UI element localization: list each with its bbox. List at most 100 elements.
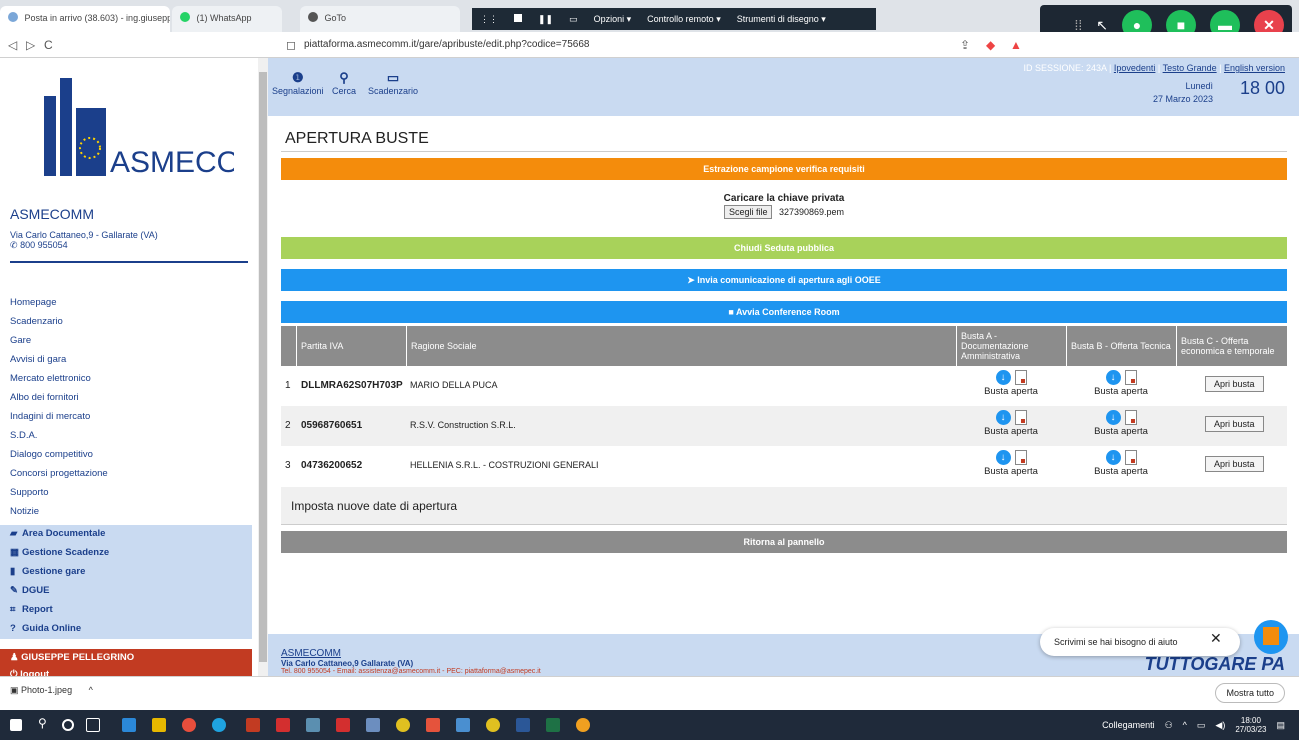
download-icon[interactable]: ↓ [995, 410, 1011, 425]
sidebar-item-mercato[interactable]: Mercato elettronico [10, 371, 250, 390]
chrome-icon[interactable] [182, 718, 196, 732]
brave-icon[interactable] [426, 718, 440, 732]
qgis-icon[interactable] [396, 718, 410, 732]
choose-file-button[interactable]: Scegli file [723, 205, 773, 219]
cortana-icon[interactable] [62, 719, 74, 731]
section-gestione-gare[interactable]: ▮ Gestione gare [0, 563, 252, 582]
apri-busta-button[interactable]: Apri busta [1205, 376, 1264, 392]
cerca-button[interactable]: ⚲ Cerca [332, 70, 356, 96]
apri-busta-button[interactable]: Apri busta [1205, 416, 1264, 432]
tray-label[interactable]: Collegamenti [1102, 720, 1155, 730]
tab-whatsapp[interactable]: (1) WhatsApp [172, 6, 282, 32]
section-gestione-scadenze[interactable]: ▦ Gestione Scadenze [0, 544, 252, 563]
photos-icon[interactable] [306, 718, 320, 732]
show-all-button[interactable]: Mostra tutto [1215, 683, 1285, 703]
pause-icon[interactable]: ❚❚ [530, 14, 561, 25]
search-icon[interactable]: ⚲ [38, 716, 52, 730]
remote-menu-opzioni[interactable]: Opzioni ▾ [586, 14, 640, 25]
link-english[interactable]: English version [1224, 63, 1285, 73]
sidebar-item-dialogo[interactable]: Dialogo competitivo [10, 447, 250, 466]
document-icon[interactable] [1124, 370, 1137, 385]
remote-menu-strumenti[interactable]: Strumenti di disegno ▾ [729, 14, 834, 25]
qgis-icon-2[interactable] [486, 718, 500, 732]
segnalazioni-button[interactable]: ❶ Segnalazioni [272, 70, 324, 96]
link-testo-grande[interactable]: Testo Grande [1163, 63, 1217, 73]
apri-busta-button[interactable]: Apri busta [1205, 456, 1264, 472]
pdf-app-icon[interactable] [336, 718, 350, 732]
link-ipovedenti[interactable]: Ipovedenti [1114, 63, 1156, 73]
nuove-date-section[interactable]: Imposta nuove date di apertura [281, 487, 1287, 525]
download-icon[interactable]: ↓ [1105, 450, 1121, 465]
scrollbar-thumb[interactable] [259, 72, 267, 662]
sidebar-item-avvisi[interactable]: Avvisi di gara [10, 352, 250, 371]
document-icon[interactable] [1124, 450, 1137, 465]
stop-icon[interactable] [506, 14, 530, 24]
sidebar-item-concorsi[interactable]: Concorsi progettazione [10, 466, 250, 485]
document-icon[interactable] [1014, 450, 1027, 465]
app-icon-blue[interactable] [456, 718, 470, 732]
section-guida-online[interactable]: ? Guida Online [0, 620, 252, 639]
document-icon[interactable] [1124, 410, 1137, 425]
share-icon[interactable]: ⇪ [960, 38, 970, 52]
network-icon[interactable]: ▭ [1197, 720, 1206, 731]
forward-icon[interactable]: ▷ [26, 38, 35, 52]
task-view-icon[interactable] [86, 718, 100, 732]
chevron-up-icon[interactable]: ^ [1183, 720, 1187, 730]
chevron-up-icon[interactable]: ^ [89, 685, 93, 695]
notifications-icon[interactable]: ▤ [1276, 720, 1285, 731]
bookmark-icon[interactable]: ◻ [286, 38, 296, 52]
app-icon-red[interactable] [246, 718, 260, 732]
logout-button[interactable]: ⏻ logout [0, 668, 252, 676]
remote-menu-controllo[interactable]: Controllo remoto ▾ [639, 14, 729, 25]
expand-icon[interactable]: ↖ [1096, 17, 1108, 34]
document-icon[interactable] [1014, 370, 1027, 385]
calculator-icon[interactable] [366, 718, 380, 732]
app-icon-orange[interactable] [576, 718, 590, 732]
edge-icon[interactable] [212, 718, 226, 732]
sidebar-scrollbar[interactable] [258, 58, 268, 676]
chat-avatar[interactable] [1254, 620, 1288, 654]
people-icon[interactable]: ⚇ [1165, 720, 1173, 731]
document-icon[interactable] [1014, 410, 1027, 425]
tab-mail[interactable]: Posta in arrivo (38.603) - ing.giusepp..… [0, 6, 170, 32]
sidebar-item-indagini[interactable]: Indagini di mercato [10, 409, 250, 428]
sidebar-item-scadenzario[interactable]: Scadenzario [10, 314, 250, 333]
grid-icon[interactable]: ⋮⋮ [472, 14, 506, 25]
ritorna-pannello-button[interactable]: Ritorna al pannello [281, 531, 1287, 553]
reload-icon[interactable]: C [44, 38, 53, 52]
scadenzario-button[interactable]: ▭ Scadenzario [368, 70, 418, 96]
windows-start-icon[interactable] [10, 719, 22, 731]
sidebar-item-notizie[interactable]: Notizie [10, 504, 250, 523]
sidebar-item-homepage[interactable]: Homepage [10, 295, 250, 314]
sidebar-item-gare[interactable]: Gare [10, 333, 250, 352]
footer-name[interactable]: ASMECOMM [281, 648, 341, 659]
download-icon[interactable]: ↓ [1105, 410, 1121, 425]
back-icon[interactable]: ◁ [8, 38, 17, 52]
drag-handle-icon[interactable]: ⁞⁞ [1074, 17, 1082, 33]
invia-comunicazione-button[interactable]: ➤ Invia comunicazione di apertura agli O… [281, 269, 1287, 291]
section-area-documentale[interactable]: ▰ Area Documentale [0, 525, 252, 544]
download-item[interactable]: ▣ Photo-1.jpeg ^ [10, 685, 93, 696]
section-report[interactable]: ⌗ Report [0, 601, 252, 620]
section-dgue[interactable]: ✎ DGUE [0, 582, 252, 601]
acrobat-icon[interactable] [276, 718, 290, 732]
conference-room-button[interactable]: ■ Avvia Conference Room [281, 301, 1287, 323]
url-field[interactable]: piattaforma.asmecomm.it/gare/apribuste/e… [304, 39, 589, 50]
download-icon[interactable]: ↓ [1105, 370, 1121, 385]
download-icon[interactable]: ↓ [995, 370, 1011, 385]
download-icon[interactable]: ↓ [995, 450, 1011, 465]
sidebar-item-sda[interactable]: S.D.A. [10, 428, 250, 447]
sidebar-item-supporto[interactable]: Supporto [10, 485, 250, 504]
tab-goto[interactable]: GoTo [300, 6, 460, 32]
rewards-icon[interactable]: ▲ [1010, 38, 1022, 52]
volume-icon[interactable]: ◀) [1215, 720, 1225, 731]
sidebar-item-albo[interactable]: Albo dei fornitori [10, 390, 250, 409]
chiudi-seduta-button[interactable]: Chiudi Seduta pubblica [281, 237, 1287, 259]
close-icon[interactable]: ✕ [1210, 630, 1222, 647]
estrazione-button[interactable]: Estrazione campione verifica requisiti [281, 158, 1287, 180]
screen-icon[interactable]: ▭ [561, 14, 586, 25]
excel-icon[interactable] [546, 718, 560, 732]
word-icon[interactable] [516, 718, 530, 732]
user-menu[interactable]: ♟ GIUSEPPE PELLEGRINO [0, 649, 252, 668]
brave-shield-icon[interactable]: ◆ [986, 38, 995, 52]
